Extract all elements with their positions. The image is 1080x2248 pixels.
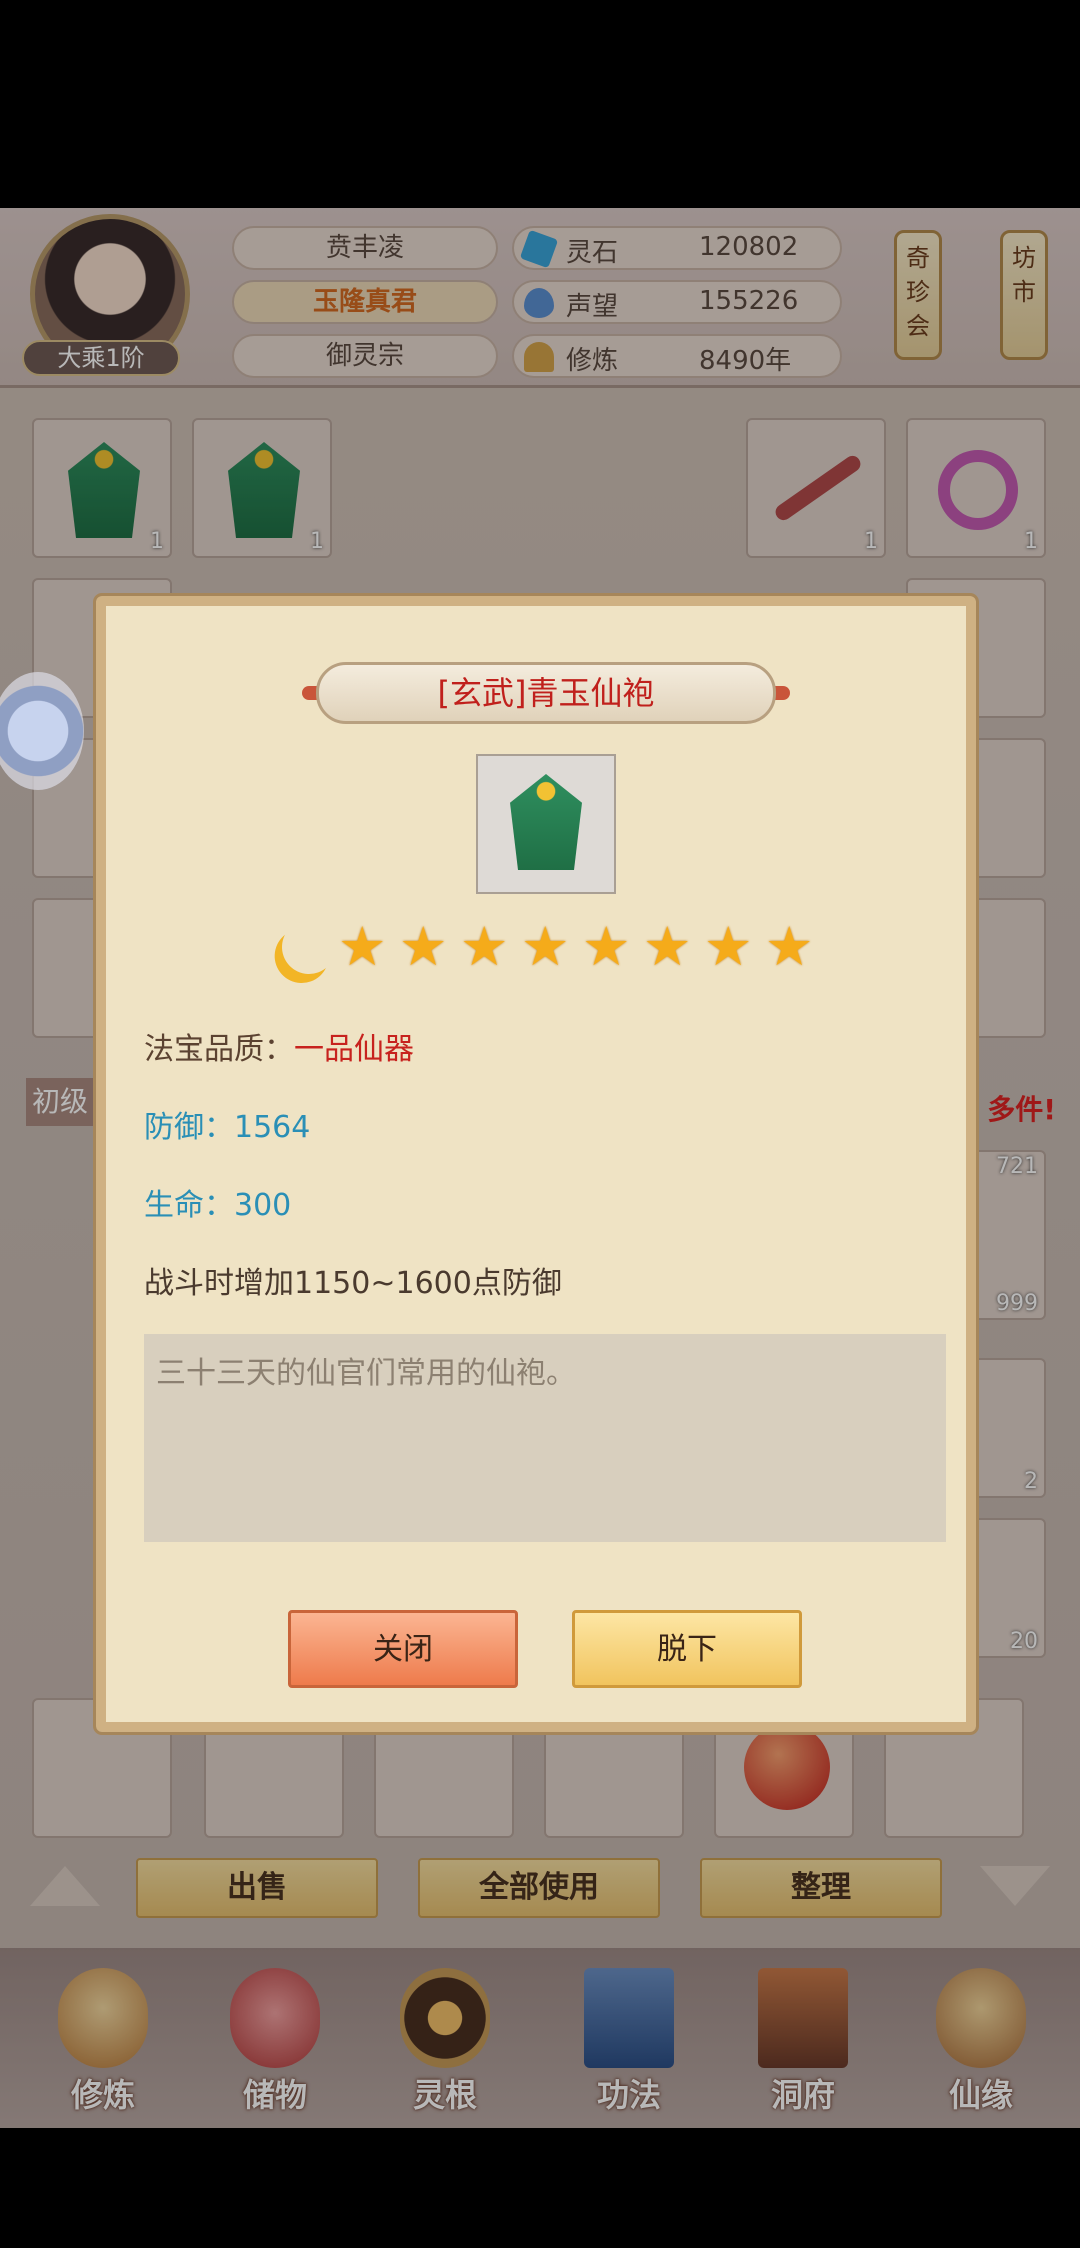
star-icon: ★ <box>582 915 631 978</box>
star-icon: ★ <box>765 915 814 978</box>
close-button[interactable]: 关闭 <box>288 1610 518 1688</box>
star-icon: ★ <box>460 915 509 978</box>
item-detail-dialog: [玄武]青玉仙袍 ★ ★ ★ ★ ★ ★ ★ ★ 法宝品质：一品仙器 防御：1564 生命：3… <box>93 593 979 1735</box>
robe-icon <box>510 774 582 870</box>
moon-icon <box>274 912 343 981</box>
item-quality: 法宝品质：一品仙器 <box>144 1024 414 1068</box>
item-preview <box>476 754 616 894</box>
star-icon: ★ <box>704 915 753 978</box>
item-hp: 生命：300 <box>144 1188 292 1223</box>
item-title: [玄武]青玉仙袍 <box>316 662 776 724</box>
item-defense: 防御：1564 <box>144 1110 311 1145</box>
star-icon: ★ <box>643 915 692 978</box>
star-icon: ★ <box>338 915 387 978</box>
quality-label: 法宝品质： <box>144 1032 294 1067</box>
item-description: 三十三天的仙官们常用的仙袍。 <box>144 1334 946 1542</box>
take-off-button[interactable]: 脱下 <box>572 1610 802 1688</box>
quality-value: 一品仙器 <box>294 1032 414 1067</box>
star-icon: ★ <box>399 915 448 978</box>
star-icon: ★ <box>521 915 570 978</box>
item-effect: 战斗时增加1150~1600点防御 <box>144 1266 562 1301</box>
